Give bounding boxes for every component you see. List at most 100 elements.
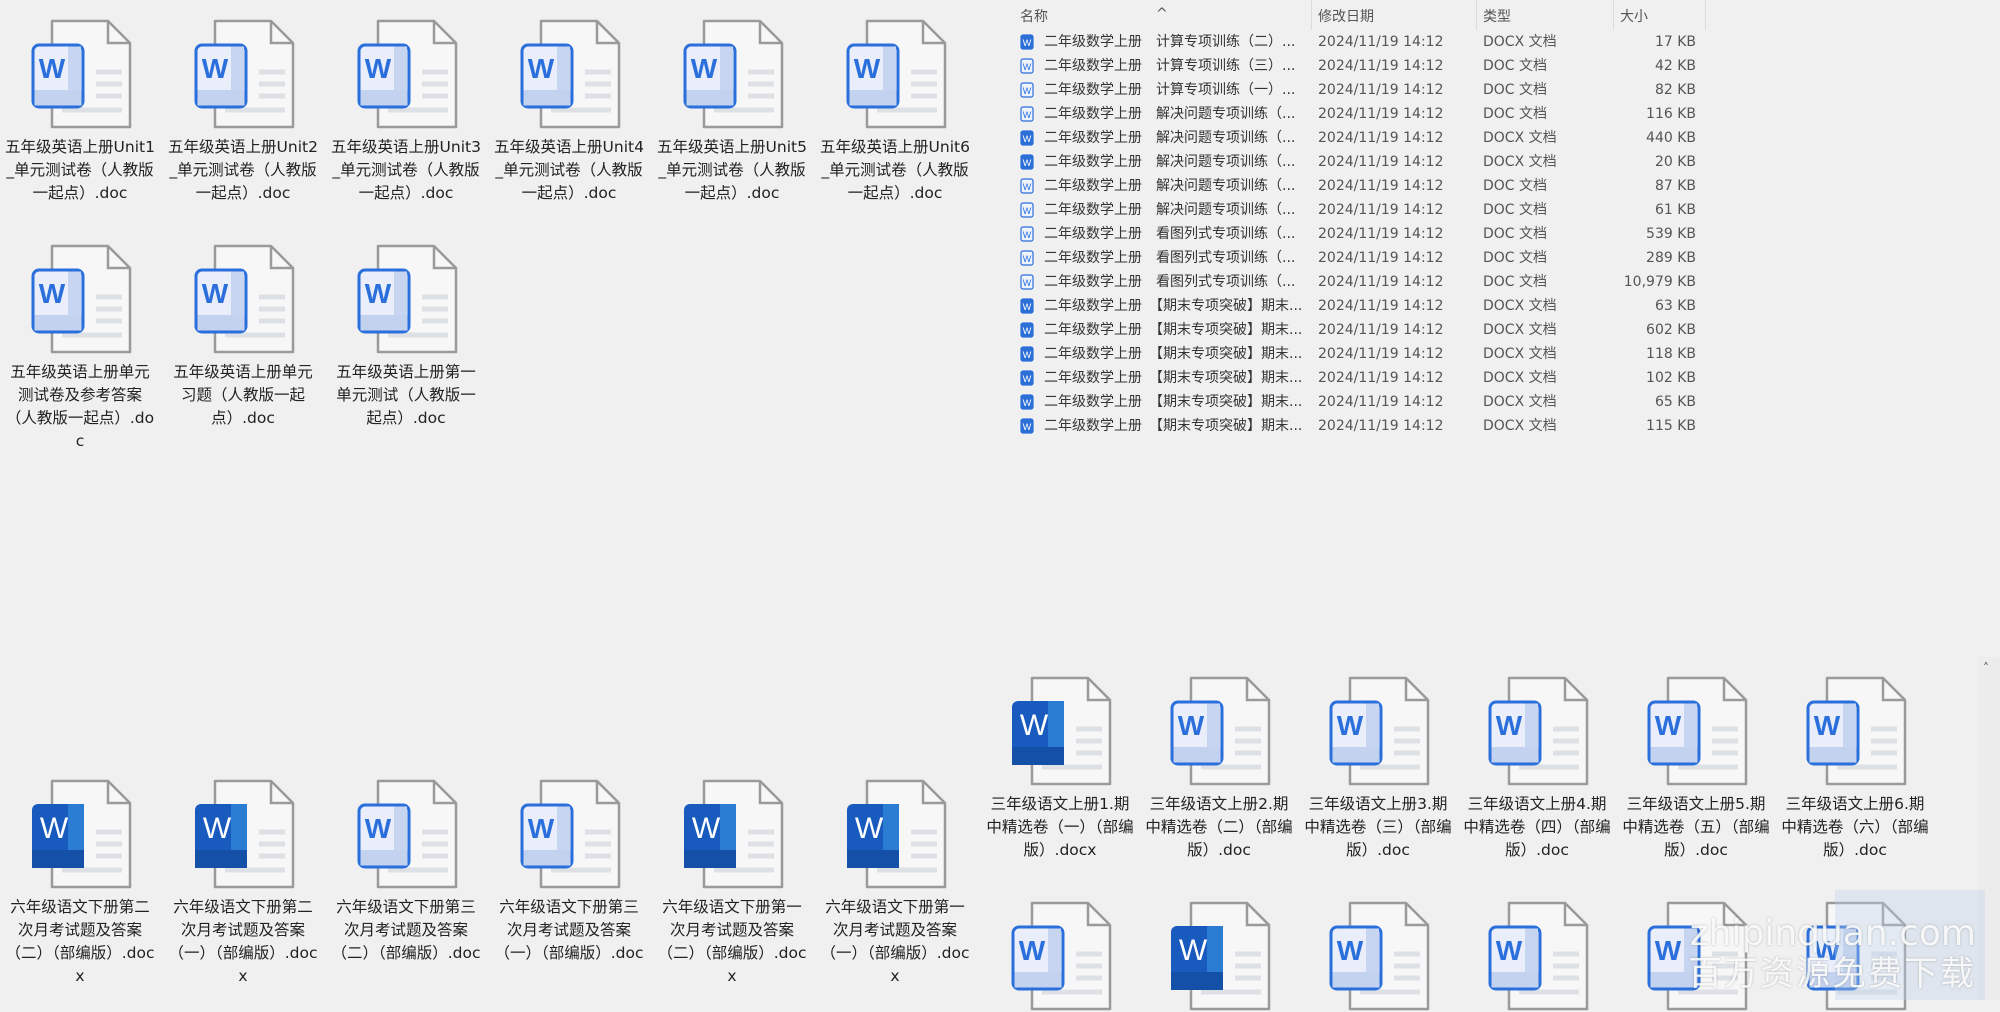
file-tile[interactable]: W 三年级语文上册6.期中精选卷（六）（部编版）.doc [1780, 675, 1930, 862]
word-document-icon: W [5, 243, 155, 355]
word-document-icon: W [1780, 675, 1930, 787]
file-size: 20 KB [1654, 154, 1696, 170]
modified-date: 2024/11/19 14:12 [1318, 274, 1444, 290]
svg-text:W: W [365, 813, 392, 844]
word-document-icon: W [1020, 394, 1034, 410]
file-tile[interactable]: W 五年级英语上册Unit5_单元测试卷（人教版一起点）.doc [657, 18, 807, 205]
file-size: 87 KB [1654, 178, 1696, 194]
file-size: 42 KB [1654, 58, 1696, 74]
sort-ascending-icon: ^ [1156, 6, 1168, 22]
modified-date: 2024/11/19 14:12 [1318, 154, 1444, 170]
file-tile[interactable]: W 六年级语文下册第二次月考试题及答案（二）（部编版）.docx [5, 778, 155, 988]
column-header-type[interactable]: 类型 [1483, 6, 1511, 26]
word-document-icon: W [1303, 675, 1453, 787]
file-tile[interactable]: W 六年级语文下册第三次月考试题及答案（二）（部编版）.doc [331, 778, 481, 965]
list-row[interactable]: W 二年级数学上册 看图列式专项训练（... 2024/11/19 14:12 DOC… [1010, 222, 1710, 246]
list-row[interactable]: W 二年级数学上册 【期末专项突破】期末... 2024/11/19 14:12 DO… [1010, 390, 1710, 414]
file-name: 二年级数学上册 解决问题专项训练（... [1044, 106, 1296, 122]
svg-text:W: W [1023, 134, 1032, 144]
file-size: 10,979 KB [1623, 274, 1696, 290]
list-row[interactable]: W 二年级数学上册 【期末专项突破】期末... 2024/11/19 14:12 DO… [1010, 294, 1710, 318]
list-row[interactable]: W 二年级数学上册 看图列式专项训练（... 2024/11/19 14:12 DOC… [1010, 270, 1710, 294]
svg-text:W: W [1179, 934, 1208, 967]
svg-text:W: W [692, 812, 721, 845]
file-tile[interactable]: W 五年级英语上册第一单元测试（人教版一起点）.doc [331, 243, 481, 430]
list-row[interactable]: W 二年级数学上册 【期末专项突破】期末... 2024/11/19 14:12 DO… [1010, 318, 1710, 342]
list-row[interactable]: W 二年级数学上册 解决问题专项训练（... 2024/11/19 14:12 DOC… [1010, 198, 1710, 222]
svg-text:W: W [1655, 935, 1682, 966]
word-document-icon: W [168, 18, 318, 130]
file-tile[interactable]: W 五年级英语上册Unit3_单元测试卷（人教版一起点）.doc [331, 18, 481, 205]
modified-date: 2024/11/19 14:12 [1318, 250, 1444, 266]
file-size: 118 KB [1646, 346, 1696, 362]
file-name-label: 三年级语文上册1.期中精选卷（一）（部编版）.docx [986, 795, 1134, 859]
column-header-size[interactable]: 大小 [1620, 6, 1648, 26]
file-tile[interactable]: W 六年级语文下册第一次月考试题及答案（一）（部编版）.docx [820, 778, 970, 988]
file-tile[interactable]: W 五年级英语上册Unit1_单元测试卷（人教版一起点）.doc [5, 18, 155, 205]
file-name: 二年级数学上册 看图列式专项训练（... [1044, 226, 1296, 242]
file-tile[interactable]: W [1303, 900, 1453, 1012]
file-name: 二年级数学上册 【期末专项突破】期末... [1044, 418, 1303, 434]
file-tile[interactable]: W [985, 900, 1135, 1012]
word-document-icon: W [1462, 900, 1612, 1012]
svg-text:W: W [854, 53, 881, 84]
file-tile[interactable]: W 五年级英语上册单元测试卷及参考答案（人教版一起点）.doc [5, 243, 155, 453]
file-name-label: 五年级英语上册Unit1_单元测试卷（人教版一起点）.doc [5, 138, 155, 202]
file-type: DOCX 文档 [1483, 34, 1557, 50]
list-row[interactable]: W 二年级数学上册 计算专项训练（三）... 2024/11/19 14:12 DOC… [1010, 54, 1710, 78]
file-name-label: 五年级英语上册单元测试卷及参考答案（人教版一起点）.doc [5, 363, 155, 450]
list-row[interactable]: W 二年级数学上册 解决问题专项训练（... 2024/11/19 14:12 DOC… [1010, 102, 1710, 126]
modified-date: 2024/11/19 14:12 [1318, 82, 1444, 98]
file-name-label: 五年级英语上册Unit2_单元测试卷（人教版一起点）.doc [168, 138, 318, 202]
file-size: 63 KB [1654, 298, 1696, 314]
svg-text:W: W [1655, 710, 1682, 741]
file-tile[interactable]: W 五年级英语上册Unit2_单元测试卷（人教版一起点）.doc [168, 18, 318, 205]
word-document-icon: W [1020, 106, 1034, 122]
word-document-icon: W [1020, 274, 1034, 290]
svg-text:W: W [1023, 326, 1032, 336]
file-tile[interactable]: W 六年级语文下册第一次月考试题及答案（二）（部编版）.docx [657, 778, 807, 988]
list-row[interactable]: W 二年级数学上册 解决问题专项训练（... 2024/11/19 14:12 DOC… [1010, 174, 1710, 198]
watermark-slogan: 百万资源免费下载 [1688, 954, 1976, 994]
file-tile[interactable]: W 六年级语文下册第三次月考试题及答案（一）（部编版）.doc [494, 778, 644, 965]
file-tile[interactable]: W 三年级语文上册1.期中精选卷（一）（部编版）.docx [985, 675, 1135, 862]
word-document-icon: W [1144, 675, 1294, 787]
column-header-date[interactable]: 修改日期 [1318, 6, 1374, 26]
file-tile[interactable]: W 五年级英语上册Unit4_单元测试卷（人教版一起点）.doc [494, 18, 644, 205]
file-type: DOC 文档 [1483, 178, 1548, 194]
file-name-label: 五年级英语上册Unit3_单元测试卷（人教版一起点）.doc [331, 138, 481, 202]
word-document-icon: W [657, 18, 807, 130]
scroll-up-arrow-icon[interactable]: ˄ [1983, 661, 1989, 675]
column-header-name[interactable]: 名称 [1020, 6, 1048, 26]
list-row[interactable]: W 二年级数学上册 计算专项训练（二）... 2024/11/19 14:12 DOC… [1010, 30, 1710, 54]
list-row[interactable]: W 二年级数学上册 【期末专项突破】期末... 2024/11/19 14:12 DO… [1010, 414, 1710, 438]
file-tile[interactable]: W 三年级语文上册5.期中精选卷（五）（部编版）.doc [1621, 675, 1771, 862]
word-document-icon: W [1020, 130, 1034, 146]
file-type: DOCX 文档 [1483, 418, 1557, 434]
list-row[interactable]: W 二年级数学上册 【期末专项突破】期末... 2024/11/19 14:12 DO… [1010, 342, 1710, 366]
word-document-icon: W [331, 18, 481, 130]
file-size: 602 KB [1646, 322, 1696, 338]
word-document-icon: W [1020, 34, 1034, 50]
file-type: DOCX 文档 [1483, 346, 1557, 362]
file-name-label: 三年级语文上册6.期中精选卷（六）（部编版）.doc [1781, 795, 1929, 859]
file-type: DOC 文档 [1483, 274, 1548, 290]
file-tile[interactable]: W [1144, 900, 1294, 1012]
list-row[interactable]: W 二年级数学上册 解决问题专项训练（... 2024/11/19 14:12 DOC… [1010, 150, 1710, 174]
file-tile[interactable]: W 三年级语文上册2.期中精选卷（二）（部编版）.doc [1144, 675, 1294, 862]
file-tile[interactable]: W [1462, 900, 1612, 1012]
file-type: DOCX 文档 [1483, 322, 1557, 338]
file-tile[interactable]: W 五年级英语上册Unit6_单元测试卷（人教版一起点）.doc [820, 18, 970, 205]
file-name: 二年级数学上册 看图列式专项训练（... [1044, 250, 1296, 266]
svg-text:W: W [1023, 350, 1032, 360]
list-row[interactable]: W 二年级数学上册 计算专项训练（一）... 2024/11/19 14:12 DOC… [1010, 78, 1710, 102]
file-tile[interactable]: W 五年级英语上册单元习题（人教版一起点）.doc [168, 243, 318, 430]
file-name: 二年级数学上册 解决问题专项训练（... [1044, 130, 1296, 146]
file-tile[interactable]: W 三年级语文上册3.期中精选卷（三）（部编版）.doc [1303, 675, 1453, 862]
list-row[interactable]: W 二年级数学上册 看图列式专项训练（... 2024/11/19 14:12 DOC… [1010, 246, 1710, 270]
list-row[interactable]: W 二年级数学上册 【期末专项突破】期末... 2024/11/19 14:12 DO… [1010, 366, 1710, 390]
word-document-icon: W [5, 778, 155, 890]
file-tile[interactable]: W 三年级语文上册4.期中精选卷（四）（部编版）.doc [1462, 675, 1612, 862]
file-tile[interactable]: W 六年级语文下册第二次月考试题及答案（一）（部编版）.docx [168, 778, 318, 988]
list-row[interactable]: W 二年级数学上册 解决问题专项训练（... 2024/11/19 14:12 DOC… [1010, 126, 1710, 150]
